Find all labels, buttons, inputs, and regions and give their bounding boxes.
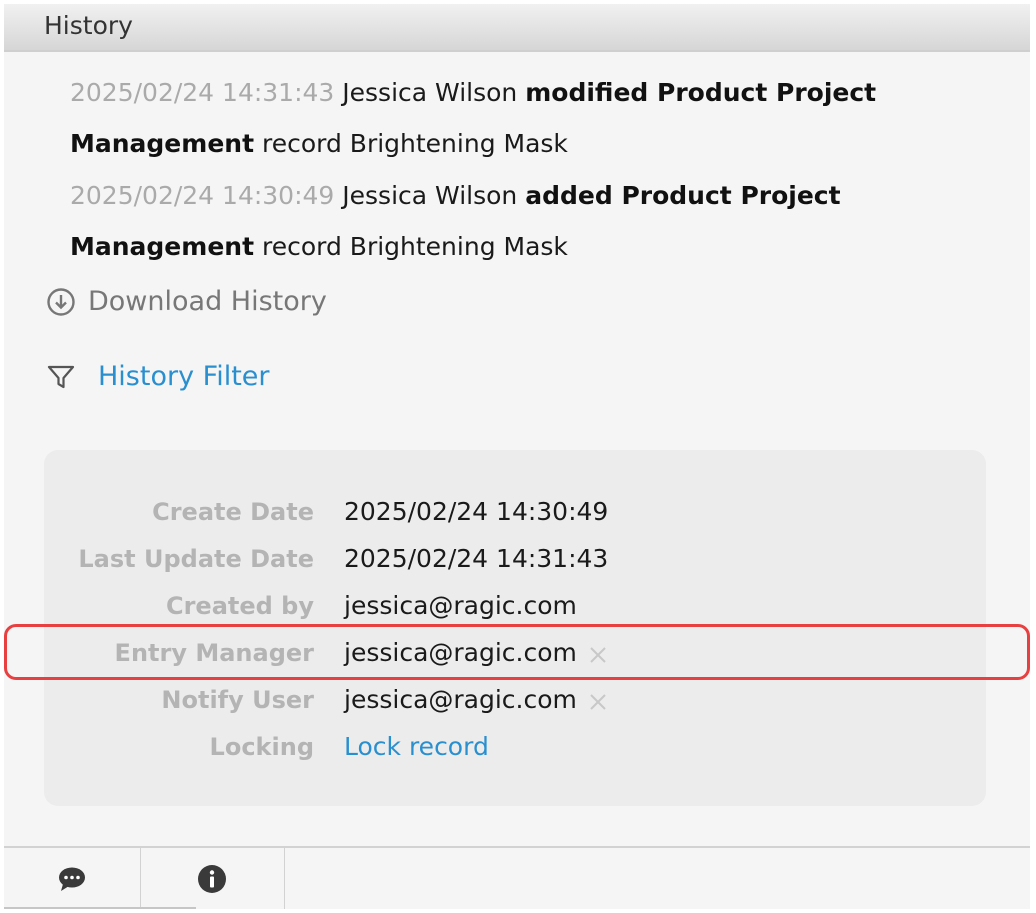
- info-row-notify-user: Notify User jessica@ragic.com: [44, 678, 986, 722]
- info-label: Entry Manager: [114, 639, 314, 667]
- info-value: 2025/02/24 14:31:43: [344, 544, 609, 573]
- download-circle-icon: [47, 287, 75, 316]
- history-action: modified Product Project: [525, 78, 877, 107]
- info-row-last-update-date: Last Update Date 2025/02/24 14:31:43: [44, 537, 986, 581]
- remove-notify-user-icon[interactable]: [589, 693, 607, 711]
- notify-user-value: jessica@ragic.com: [344, 685, 577, 714]
- history-user: Jessica Wilson: [342, 181, 518, 210]
- tab-comments[interactable]: [4, 848, 196, 909]
- info-value: 2025/02/24 14:30:49: [344, 497, 609, 526]
- comment-icon: [59, 867, 85, 891]
- history-timestamp: 2025/02/24 14:30:49: [70, 181, 335, 210]
- record-info-box: Create Date 2025/02/24 14:30:49 Last Upd…: [44, 450, 986, 806]
- history-record: record Brightening Mask: [261, 232, 568, 261]
- panel-header: History: [4, 4, 1030, 52]
- info-row-entry-manager: Entry Manager jessica@ragic.com: [44, 631, 986, 675]
- info-value: jessica@ragic.com: [344, 631, 607, 675]
- history-filter-button[interactable]: History Filter: [46, 361, 270, 392]
- info-icon: [198, 864, 226, 893]
- info-label: Create Date: [152, 498, 314, 526]
- history-action-cont: Management: [70, 232, 255, 261]
- lock-record-link[interactable]: Lock record: [344, 725, 489, 769]
- history-panel: History 2025/02/24 14:31:43 Jessica Wils…: [4, 4, 1030, 909]
- funnel-icon: [47, 365, 75, 388]
- info-label: Notify User: [161, 686, 314, 714]
- info-row-locking: Locking Lock record: [44, 725, 986, 769]
- history-timestamp: 2025/02/24 14:31:43: [70, 78, 335, 107]
- history-action-cont: Management: [70, 129, 255, 158]
- history-action: added Product Project: [525, 181, 841, 210]
- download-history-label: Download History: [88, 286, 327, 317]
- info-label: Created by: [165, 592, 314, 620]
- history-record: record Brightening Mask: [261, 129, 568, 158]
- entry-manager-value: jessica@ragic.com: [344, 638, 577, 667]
- info-row-create-date: Create Date 2025/02/24 14:30:49: [44, 490, 986, 534]
- info-label: Last Update Date: [78, 545, 314, 573]
- history-user: Jessica Wilson: [342, 78, 518, 107]
- info-row-created-by: Created by jessica@ragic.com: [44, 584, 986, 628]
- download-history-button[interactable]: Download History: [46, 286, 327, 317]
- info-label: Locking: [209, 733, 314, 761]
- info-value: jessica@ragic.com: [344, 678, 607, 722]
- history-entry: 2025/02/24 14:31:43 Jessica Wilson modif…: [70, 67, 970, 169]
- info-value: jessica@ragic.com: [344, 591, 577, 620]
- tab-info[interactable]: [140, 848, 285, 909]
- history-filter-label: History Filter: [98, 361, 270, 392]
- history-entry: 2025/02/24 14:30:49 Jessica Wilson added…: [70, 170, 970, 272]
- remove-entry-manager-icon[interactable]: [589, 646, 607, 664]
- bottom-tab-bar: [4, 846, 1030, 909]
- panel-title: History: [44, 11, 133, 40]
